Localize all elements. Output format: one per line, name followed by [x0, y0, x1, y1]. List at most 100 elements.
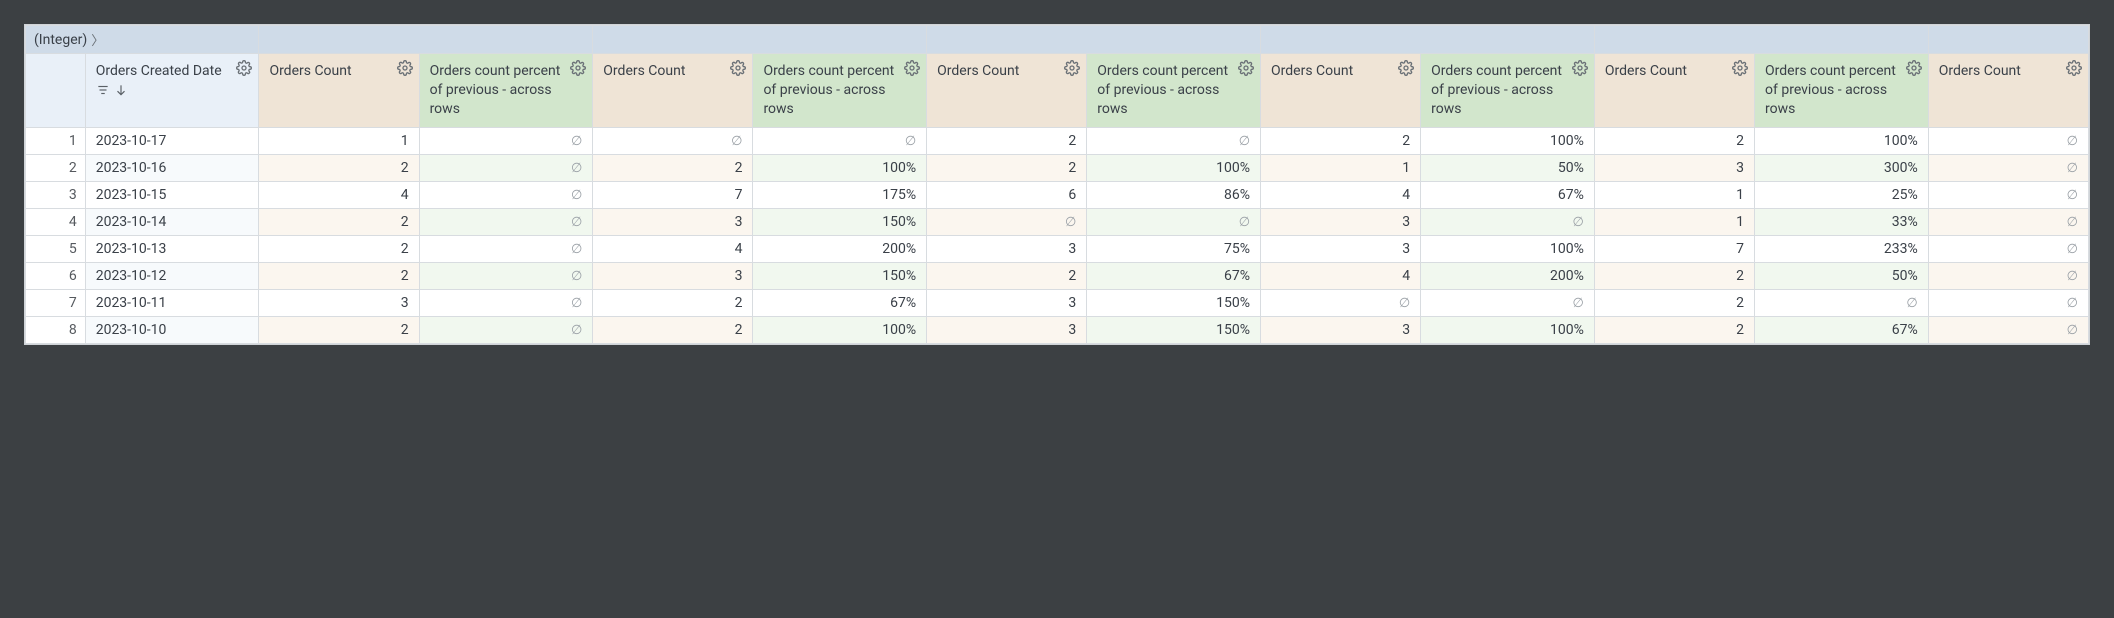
gear-icon[interactable]: [1572, 60, 1588, 76]
count-cell[interactable]: 2: [593, 154, 753, 181]
date-cell[interactable]: 2023-10-16: [85, 154, 259, 181]
percent-cell[interactable]: 150%: [1087, 289, 1261, 316]
count-cell[interactable]: 3: [1594, 154, 1754, 181]
count-cell[interactable]: 2: [927, 262, 1087, 289]
percent-column-header[interactable]: Orders count percent of previous - acros…: [1421, 54, 1595, 128]
gear-icon[interactable]: [1238, 60, 1254, 76]
percent-cell[interactable]: ∅: [1421, 208, 1595, 235]
gear-icon[interactable]: [1732, 60, 1748, 76]
count-cell[interactable]: 4: [1261, 181, 1421, 208]
count-column-header[interactable]: Orders Count: [1928, 54, 2088, 128]
count-cell[interactable]: 2: [1594, 316, 1754, 343]
percent-cell[interactable]: 100%: [1421, 235, 1595, 262]
percent-cell[interactable]: 75%: [1087, 235, 1261, 262]
count-cell[interactable]: 3: [927, 316, 1087, 343]
percent-cell[interactable]: ∅: [419, 235, 593, 262]
count-cell[interactable]: 3: [593, 262, 753, 289]
count-cell[interactable]: 2: [927, 154, 1087, 181]
percent-cell[interactable]: 100%: [1755, 127, 1929, 154]
count-cell[interactable]: 1: [259, 127, 419, 154]
percent-cell[interactable]: 300%: [1755, 154, 1929, 181]
date-cell[interactable]: 2023-10-13: [85, 235, 259, 262]
count-cell[interactable]: 2: [1594, 289, 1754, 316]
count-cell[interactable]: 7: [593, 181, 753, 208]
breadcrumb[interactable]: (Integer)〉: [34, 30, 250, 49]
count-cell[interactable]: 7: [1594, 235, 1754, 262]
count-cell[interactable]: 3: [927, 235, 1087, 262]
percent-cell[interactable]: ∅: [753, 127, 927, 154]
percent-cell[interactable]: ∅: [419, 181, 593, 208]
percent-cell[interactable]: 150%: [1087, 316, 1261, 343]
gear-icon[interactable]: [397, 60, 413, 76]
count-cell[interactable]: 4: [1261, 262, 1421, 289]
count-cell[interactable]: 3: [1261, 316, 1421, 343]
count-cell[interactable]: 2: [1594, 262, 1754, 289]
percent-cell[interactable]: 50%: [1421, 154, 1595, 181]
gear-icon[interactable]: [236, 60, 252, 76]
count-cell[interactable]: 4: [593, 235, 753, 262]
count-cell[interactable]: 1: [1594, 208, 1754, 235]
date-cell[interactable]: 2023-10-17: [85, 127, 259, 154]
date-cell[interactable]: 2023-10-15: [85, 181, 259, 208]
count-cell[interactable]: ∅: [1928, 127, 2088, 154]
count-cell[interactable]: 2: [259, 316, 419, 343]
count-cell[interactable]: 2: [927, 127, 1087, 154]
percent-column-header[interactable]: Orders count percent of previous - acros…: [1087, 54, 1261, 128]
count-cell[interactable]: ∅: [1261, 289, 1421, 316]
count-column-header[interactable]: Orders Count: [1261, 54, 1421, 128]
percent-cell[interactable]: ∅: [419, 127, 593, 154]
count-cell[interactable]: 2: [259, 262, 419, 289]
gear-icon[interactable]: [1906, 60, 1922, 76]
gear-icon[interactable]: [904, 60, 920, 76]
percent-cell[interactable]: ∅: [1087, 208, 1261, 235]
date-cell[interactable]: 2023-10-14: [85, 208, 259, 235]
percent-cell[interactable]: 86%: [1087, 181, 1261, 208]
percent-cell[interactable]: ∅: [1755, 289, 1929, 316]
percent-cell[interactable]: 100%: [1087, 154, 1261, 181]
count-cell[interactable]: ∅: [1928, 208, 2088, 235]
count-cell[interactable]: 2: [259, 208, 419, 235]
count-cell[interactable]: 3: [927, 289, 1087, 316]
percent-cell[interactable]: 50%: [1755, 262, 1929, 289]
count-cell[interactable]: 6: [927, 181, 1087, 208]
count-cell[interactable]: ∅: [593, 127, 753, 154]
date-cell[interactable]: 2023-10-10: [85, 316, 259, 343]
count-cell[interactable]: ∅: [1928, 289, 2088, 316]
percent-cell[interactable]: ∅: [419, 208, 593, 235]
percent-cell[interactable]: 100%: [753, 316, 927, 343]
date-column-header[interactable]: Orders Created Date: [85, 54, 259, 128]
percent-cell[interactable]: 67%: [1755, 316, 1929, 343]
percent-cell[interactable]: 33%: [1755, 208, 1929, 235]
gear-icon[interactable]: [570, 60, 586, 76]
percent-cell[interactable]: 100%: [1421, 316, 1595, 343]
date-cell[interactable]: 2023-10-11: [85, 289, 259, 316]
percent-cell[interactable]: 233%: [1755, 235, 1929, 262]
count-cell[interactable]: 4: [259, 181, 419, 208]
percent-cell[interactable]: ∅: [1421, 289, 1595, 316]
percent-cell[interactable]: 175%: [753, 181, 927, 208]
percent-cell[interactable]: 25%: [1755, 181, 1929, 208]
gear-icon[interactable]: [730, 60, 746, 76]
percent-cell[interactable]: 67%: [753, 289, 927, 316]
percent-cell[interactable]: 67%: [1421, 181, 1595, 208]
count-cell[interactable]: 2: [593, 316, 753, 343]
percent-cell[interactable]: 150%: [753, 208, 927, 235]
count-cell[interactable]: 1: [1261, 154, 1421, 181]
percent-column-header[interactable]: Orders count percent of previous - acros…: [753, 54, 927, 128]
percent-column-header[interactable]: Orders count percent of previous - acros…: [419, 54, 593, 128]
percent-cell[interactable]: 100%: [753, 154, 927, 181]
count-cell[interactable]: 3: [1261, 208, 1421, 235]
gear-icon[interactable]: [1398, 60, 1414, 76]
count-column-header[interactable]: Orders Count: [1594, 54, 1754, 128]
count-cell[interactable]: 2: [1594, 127, 1754, 154]
percent-cell[interactable]: 67%: [1087, 262, 1261, 289]
count-cell[interactable]: 2: [1261, 127, 1421, 154]
count-cell[interactable]: ∅: [1928, 154, 2088, 181]
percent-cell[interactable]: ∅: [419, 262, 593, 289]
percent-cell[interactable]: 100%: [1421, 127, 1595, 154]
percent-column-header[interactable]: Orders count percent of previous - acros…: [1755, 54, 1929, 128]
gear-icon[interactable]: [1064, 60, 1080, 76]
count-cell[interactable]: 1: [1594, 181, 1754, 208]
percent-cell[interactable]: 200%: [753, 235, 927, 262]
count-cell[interactable]: 3: [259, 289, 419, 316]
